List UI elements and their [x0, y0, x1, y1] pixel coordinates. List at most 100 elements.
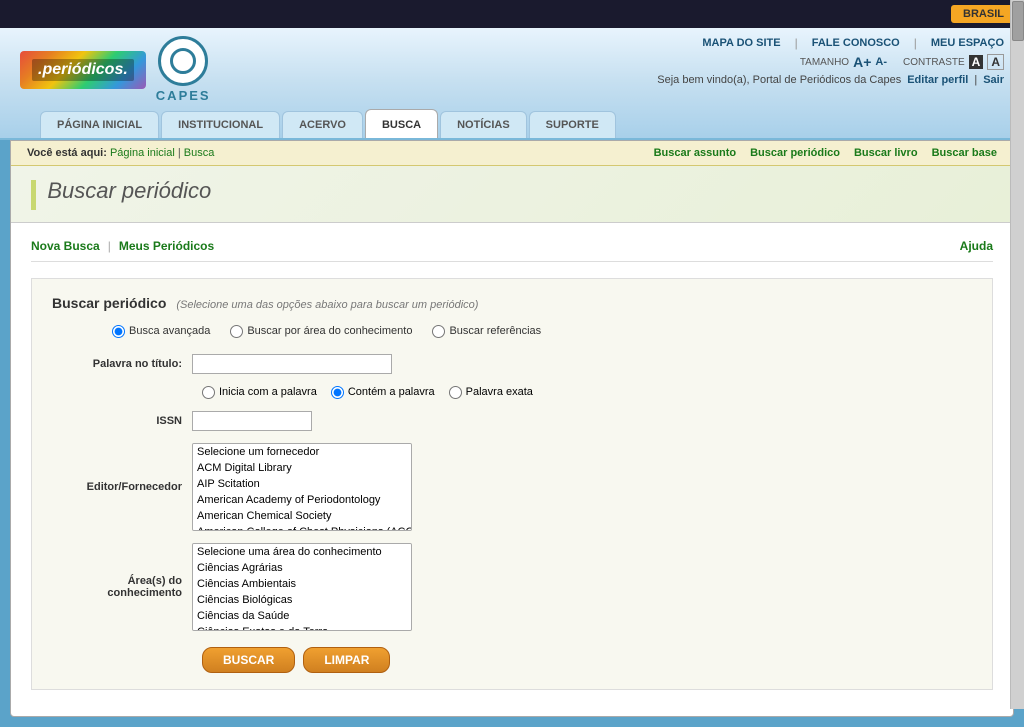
radio-inicia[interactable]: Inicia com a palavra	[202, 386, 317, 399]
area-option-4[interactable]: Ciências da Saúde	[193, 608, 411, 624]
tamanho-area: TAMANHO A+ A-	[800, 54, 887, 70]
radio-busca-referencias[interactable]: Buscar referências	[432, 325, 541, 338]
radio-exata-input[interactable]	[449, 386, 462, 399]
buscar-base-link[interactable]: Buscar base	[932, 147, 997, 159]
header-links: MAPA DO SITE | FALE CONOSCO | MEU ESPAÇO…	[657, 36, 1004, 92]
breadcrumb-current[interactable]: Busca	[184, 147, 215, 159]
breadcrumb-left: Você está aqui: Página inicial | Busca	[27, 147, 214, 159]
sep1: |	[795, 36, 798, 50]
radio-inicia-input[interactable]	[202, 386, 215, 399]
nova-busca-link[interactable]: Nova Busca	[31, 239, 100, 253]
search-title-row: Buscar periódico (Selecione uma das opçõ…	[52, 295, 972, 311]
contrast-light-button[interactable]: A	[987, 54, 1004, 70]
welcome-row: Seja bem vindo(a), Portal de Periódicos …	[657, 74, 1004, 86]
search-section-title: Buscar periódico	[52, 295, 166, 311]
mapa-link[interactable]: MAPA DO SITE	[702, 37, 780, 49]
radio-busca-avancada-label: Busca avançada	[129, 325, 210, 337]
tab-pagina-inicial[interactable]: PÁGINA INICIAL	[40, 111, 159, 138]
editor-field: Editor/Fornecedor Selecione um fornecedo…	[52, 443, 972, 531]
editor-option-3[interactable]: American Academy of Periodontology	[193, 492, 411, 508]
tab-suporte[interactable]: SUPORTE	[529, 111, 616, 138]
page-title-area: Buscar periódico	[11, 166, 1013, 223]
title-bar-decoration	[31, 180, 36, 210]
area-label: Área(s) do conhecimento	[52, 575, 192, 599]
edit-profile-link[interactable]: Editar perfil	[907, 74, 968, 86]
radio-exata-label: Palavra exata	[466, 386, 533, 398]
ajuda-link[interactable]: Ajuda	[960, 239, 993, 253]
radio-inicia-label: Inicia com a palavra	[219, 386, 317, 398]
logo-area: .periódicos. CAPES	[20, 36, 211, 103]
periodicos-logo[interactable]: .periódicos.	[20, 51, 146, 89]
sub-nav: Nova Busca | Meus Periódicos Ajuda	[31, 239, 993, 262]
radio-busca-referencias-label: Buscar referências	[449, 325, 541, 337]
header-top: .periódicos. CAPES MAPA DO SITE | FALE C…	[20, 36, 1004, 103]
tamanho-label: TAMANHO	[800, 57, 849, 68]
tab-acervo[interactable]: ACERVO	[282, 111, 363, 138]
capes-logo-area: CAPES	[156, 36, 211, 103]
area-option-1[interactable]: Ciências Agrárias	[193, 560, 411, 576]
welcome-text: Seja bem vindo(a), Portal de Periódicos …	[657, 74, 901, 86]
search-type-radio-group: Busca avançada Buscar por área do conhec…	[52, 325, 972, 338]
top-bar: BRASIL	[0, 0, 1024, 28]
breadcrumb-prefix: Você está aqui:	[27, 147, 107, 159]
radio-busca-area[interactable]: Buscar por área do conhecimento	[230, 325, 412, 338]
breadcrumb-home[interactable]: Página inicial	[110, 147, 175, 159]
font-smaller-button[interactable]: A-	[875, 56, 887, 68]
font-larger-button[interactable]: A+	[853, 54, 871, 70]
issn-field: ISSN	[52, 411, 972, 431]
button-row: BUSCAR LIMPAR	[52, 647, 972, 673]
tab-noticias[interactable]: NOTÍCIAS	[440, 111, 527, 138]
capes-text: CAPES	[156, 88, 211, 103]
brasil-button[interactable]: BRASIL	[951, 5, 1016, 23]
editor-option-0[interactable]: Selecione um fornecedor	[193, 444, 411, 460]
search-section: Buscar periódico (Selecione uma das opçõ…	[31, 278, 993, 690]
area-option-2[interactable]: Ciências Ambientais	[193, 576, 411, 592]
issn-label: ISSN	[52, 415, 192, 427]
editor-label: Editor/Fornecedor	[52, 481, 192, 493]
capes-circle-icon	[158, 36, 208, 86]
radio-exata[interactable]: Palavra exata	[449, 386, 533, 399]
fale-link[interactable]: FALE CONOSCO	[812, 37, 900, 49]
area-select[interactable]: Selecione uma área do conhecimento Ciênc…	[192, 543, 412, 631]
editor-option-2[interactable]: AIP Scitation	[193, 476, 411, 492]
clear-button[interactable]: LIMPAR	[303, 647, 390, 673]
contraste-area: CONTRASTE A A	[903, 54, 1004, 70]
sair-link[interactable]: Sair	[983, 74, 1004, 86]
buscar-livro-link[interactable]: Buscar livro	[854, 147, 918, 159]
radio-contem[interactable]: Contém a palavra	[331, 386, 435, 399]
issn-input[interactable]	[192, 411, 312, 431]
area-option-5[interactable]: Ciências Exatas e da Terra	[193, 624, 411, 631]
editor-option-1[interactable]: ACM Digital Library	[193, 460, 411, 476]
radio-busca-avancada-input[interactable]	[112, 325, 125, 338]
meus-periodicos-link[interactable]: Meus Periódicos	[119, 239, 214, 253]
meu-espaco-link[interactable]: MEU ESPAÇO	[931, 37, 1004, 49]
page-scrollbar[interactable]	[1010, 0, 1024, 709]
contrast-dark-button[interactable]: A	[969, 55, 984, 69]
main-nav: PÁGINA INICIAL INSTITUCIONAL ACERVO BUSC…	[20, 109, 1004, 138]
buscar-assunto-link[interactable]: Buscar assunto	[654, 147, 737, 159]
radio-busca-area-input[interactable]	[230, 325, 243, 338]
tab-institucional[interactable]: INSTITUCIONAL	[161, 111, 280, 138]
radio-contem-label: Contém a palavra	[348, 386, 435, 398]
radio-contem-input[interactable]	[331, 386, 344, 399]
area-option-3[interactable]: Ciências Biológicas	[193, 592, 411, 608]
search-section-subtitle: (Selecione uma das opções abaixo para bu…	[176, 299, 478, 311]
area-option-0[interactable]: Selecione uma área do conhecimento	[193, 544, 411, 560]
editor-option-5[interactable]: American College of Chest Physicians (AC…	[193, 524, 411, 531]
form-area: Nova Busca | Meus Periódicos Ajuda Busca…	[11, 223, 1013, 716]
editor-option-4[interactable]: American Chemical Society	[193, 508, 411, 524]
search-button[interactable]: BUSCAR	[202, 647, 295, 673]
palavra-titulo-input[interactable]	[192, 354, 392, 374]
area-field: Área(s) do conhecimento Selecione uma ár…	[52, 543, 972, 631]
buscar-periodico-link[interactable]: Buscar periódico	[750, 147, 840, 159]
sep-sair: |	[974, 74, 977, 86]
scrollbar-thumb[interactable]	[1012, 1, 1024, 41]
accessibility-row: TAMANHO A+ A- CONTRASTE A A	[800, 54, 1004, 70]
palavra-titulo-field: Palavra no título:	[52, 354, 972, 374]
radio-busca-avancada[interactable]: Busca avançada	[112, 325, 210, 338]
sub-nav-sep: |	[108, 239, 111, 253]
tab-busca[interactable]: BUSCA	[365, 109, 438, 138]
editor-select[interactable]: Selecione um fornecedor ACM Digital Libr…	[192, 443, 412, 531]
radio-busca-referencias-input[interactable]	[432, 325, 445, 338]
breadcrumb-bar: Você está aqui: Página inicial | Busca B…	[11, 141, 1013, 166]
